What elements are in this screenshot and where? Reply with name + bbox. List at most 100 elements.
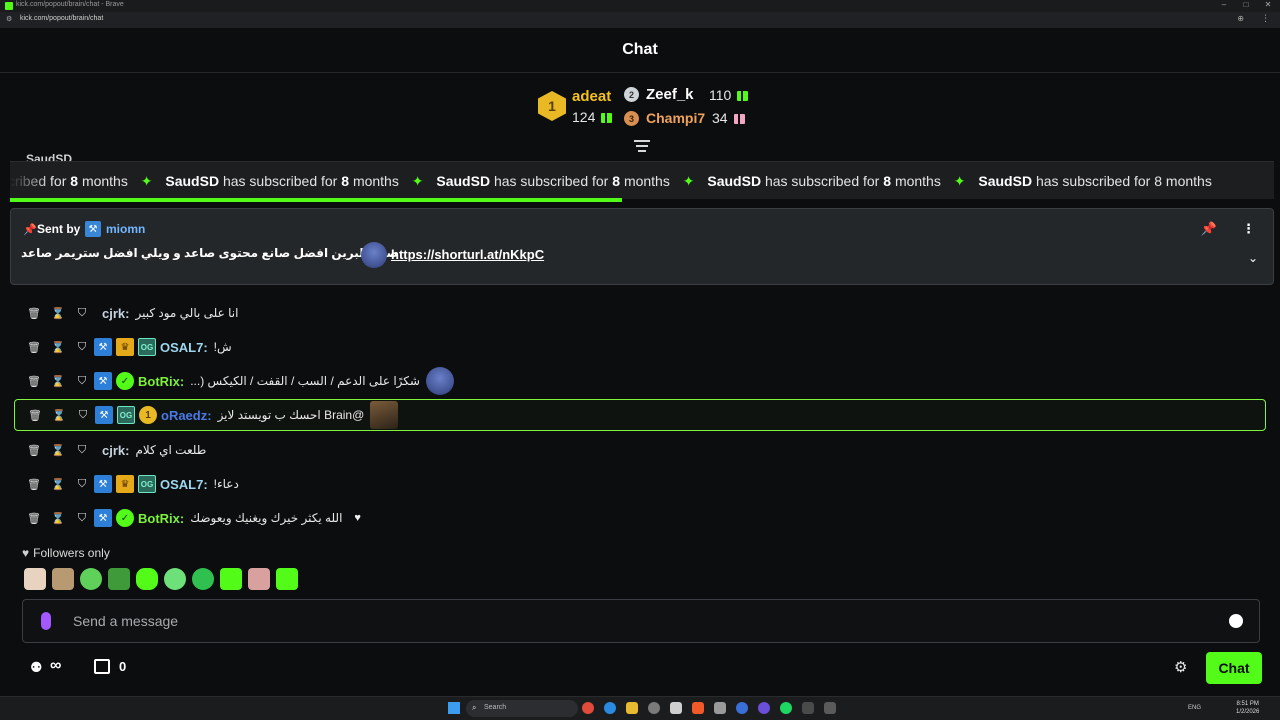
- channel-points-value[interactable]: ∞: [50, 657, 61, 675]
- url-text[interactable]: kick.com/popout/brain/chat: [20, 15, 103, 22]
- collapse-leaderboard-icon[interactable]: [634, 140, 650, 154]
- quick-emote-bar: [24, 568, 298, 594]
- taskbar-search[interactable]: ⌕ Search: [466, 700, 578, 717]
- language-indicator[interactable]: ENG: [1188, 705, 1201, 711]
- chat-message[interactable]: 🗑 ⌛ ⛉ ⚒ ♛ OG OSAL7: دعاء!: [14, 468, 1266, 500]
- app-icon[interactable]: [670, 702, 682, 714]
- ban-shield-icon[interactable]: ⛉: [70, 341, 94, 354]
- delete-icon[interactable]: 🗑: [22, 375, 46, 388]
- browser-menu-icon[interactable]: ⋮: [1261, 13, 1270, 24]
- app-icon[interactable]: [714, 702, 726, 714]
- pinned-message[interactable]: 📌 Sent by ⚒ miomn صوت لبرين افضل صانع مح…: [10, 208, 1274, 285]
- site-info-icon[interactable]: ⚙: [6, 15, 12, 23]
- delete-icon[interactable]: 🗑: [22, 444, 46, 457]
- emote-image[interactable]: [136, 568, 158, 590]
- username[interactable]: BotRix:: [138, 374, 184, 389]
- chat-message[interactable]: 🗑 ⌛ ⛉ cjrk: طلعت اي كلام: [14, 434, 1266, 466]
- chat-input[interactable]: [73, 610, 1193, 632]
- emote-image[interactable]: [248, 568, 270, 590]
- spotify-app-icon[interactable]: [780, 702, 792, 714]
- chat-messages: 🗑 ⌛ ⛉ cjrk: انا على بالي مود كبير 🗑 ⌛ ⛉ …: [0, 293, 1280, 543]
- rank-1-badge-icon: 1: [538, 91, 566, 121]
- maximize-icon[interactable]: □: [1238, 0, 1254, 9]
- settings-gear-icon[interactable]: ⚙: [1174, 658, 1187, 676]
- emote-image[interactable]: [220, 568, 242, 590]
- send-chat-button[interactable]: Chat: [1206, 652, 1262, 684]
- chat-message-highlighted[interactable]: 🗑 ⌛ ⛉ ⚒ OG 1 oRaedz: @Brain احسك ب تويست…: [14, 399, 1266, 431]
- timeout-icon[interactable]: ⌛: [47, 409, 71, 422]
- gift-box-icon[interactable]: [94, 659, 110, 674]
- close-window-icon[interactable]: ✕: [1260, 0, 1276, 9]
- ticker-unit: months: [623, 173, 670, 189]
- windows-taskbar: ⌕ Search ENG 8:51 PM 1/2/2026: [0, 696, 1280, 720]
- zoom-icon[interactable]: ⊕: [1237, 14, 1244, 23]
- emoji-picker-icon[interactable]: [1229, 614, 1243, 628]
- microphone-icon[interactable]: [41, 612, 51, 630]
- emote-image[interactable]: [108, 568, 130, 590]
- windows-start-icon[interactable]: [448, 702, 460, 714]
- sparkle-icon: ✦: [140, 173, 153, 189]
- ticker-unit: months: [81, 173, 128, 189]
- timeout-icon[interactable]: ⌛: [46, 341, 70, 354]
- timeout-icon[interactable]: ⌛: [46, 307, 70, 320]
- more-options-icon[interactable]: ⋮: [1242, 221, 1255, 237]
- leader-1-name[interactable]: adeat: [572, 88, 611, 105]
- timeout-icon[interactable]: ⌛: [46, 512, 70, 525]
- chat-message[interactable]: 🗑 ⌛ ⛉ ⚒ ✓ BotRix: شكرًا على الدعم / السب…: [14, 365, 1266, 397]
- username[interactable]: oRaedz:: [161, 408, 212, 423]
- chrome-app-icon[interactable]: [648, 702, 660, 714]
- emote-image[interactable]: [80, 568, 102, 590]
- app-icon[interactable]: [736, 702, 748, 714]
- ban-shield-icon[interactable]: ⛉: [70, 307, 94, 320]
- discord-app-icon[interactable]: [758, 702, 770, 714]
- app-icon[interactable]: [802, 702, 814, 714]
- chevron-down-icon[interactable]: ⌄: [1248, 251, 1258, 265]
- username[interactable]: OSAL7:: [160, 477, 208, 492]
- ban-shield-icon[interactable]: ⛉: [70, 444, 94, 457]
- search-icon: ⌕: [472, 703, 477, 712]
- app-icon[interactable]: [824, 702, 836, 714]
- chat-message[interactable]: 🗑 ⌛ ⛉ ⚒ ✓ BotRix: الله يكثر خيرك ويغنيك …: [14, 502, 1266, 534]
- pinned-text: صوت لبرين افضل صانع محتوى صاعد و ويلي اف…: [21, 246, 399, 260]
- delete-icon[interactable]: 🗑: [22, 512, 46, 525]
- channel-points-icon[interactable]: ⚉: [30, 659, 43, 676]
- ban-shield-icon[interactable]: ⛉: [71, 409, 95, 422]
- emote-image[interactable]: [52, 568, 74, 590]
- emote-image[interactable]: [276, 568, 298, 590]
- username[interactable]: cjrk:: [102, 443, 129, 458]
- leader-3-name[interactable]: Champi7: [646, 110, 705, 126]
- file-explorer-icon[interactable]: [626, 702, 638, 714]
- unpin-icon[interactable]: 📌: [1201, 221, 1217, 237]
- leader-1-gift-count: 124: [572, 109, 596, 125]
- username[interactable]: cjrk:: [102, 306, 129, 321]
- leader-2-name[interactable]: Zeef_k: [646, 86, 694, 103]
- pinned-link[interactable]: https://shorturl.at/nKkpC: [391, 247, 544, 262]
- chat-input-box[interactable]: [22, 599, 1260, 643]
- emote-image[interactable]: [164, 568, 186, 590]
- system-clock[interactable]: 8:51 PM 1/2/2026: [1236, 700, 1259, 716]
- delete-icon[interactable]: 🗑: [22, 341, 46, 354]
- timeout-icon[interactable]: ⌛: [46, 478, 70, 491]
- emote-image[interactable]: [192, 568, 214, 590]
- username[interactable]: BotRix:: [138, 511, 184, 526]
- ticker-user: SaudSD: [978, 173, 1033, 189]
- delete-icon[interactable]: 🗑: [23, 409, 47, 422]
- ban-shield-icon[interactable]: ⛉: [70, 375, 94, 388]
- pinned-sender[interactable]: miomn: [106, 222, 145, 236]
- ban-shield-icon[interactable]: ⛉: [70, 512, 94, 525]
- timeout-icon[interactable]: ⌛: [46, 375, 70, 388]
- chrome-app-icon[interactable]: [582, 702, 594, 714]
- gift-count: 0: [119, 659, 127, 674]
- delete-icon[interactable]: 🗑: [22, 478, 46, 491]
- username[interactable]: OSAL7:: [160, 340, 208, 355]
- brave-app-icon[interactable]: [692, 702, 704, 714]
- minimize-icon[interactable]: –: [1216, 0, 1232, 9]
- address-bar[interactable]: ⚙ kick.com/popout/brain/chat ⊕ ⋮: [0, 12, 1280, 28]
- timeout-icon[interactable]: ⌛: [46, 444, 70, 457]
- edge-app-icon[interactable]: [604, 702, 616, 714]
- ban-shield-icon[interactable]: ⛉: [70, 478, 94, 491]
- chat-message[interactable]: 🗑 ⌛ ⛉ ⚒ ♛ OG OSAL7: ش!: [14, 331, 1266, 363]
- chat-message[interactable]: 🗑 ⌛ ⛉ cjrk: انا على بالي مود كبير: [14, 297, 1266, 329]
- emote-image[interactable]: [24, 568, 46, 590]
- delete-icon[interactable]: 🗑: [22, 307, 46, 320]
